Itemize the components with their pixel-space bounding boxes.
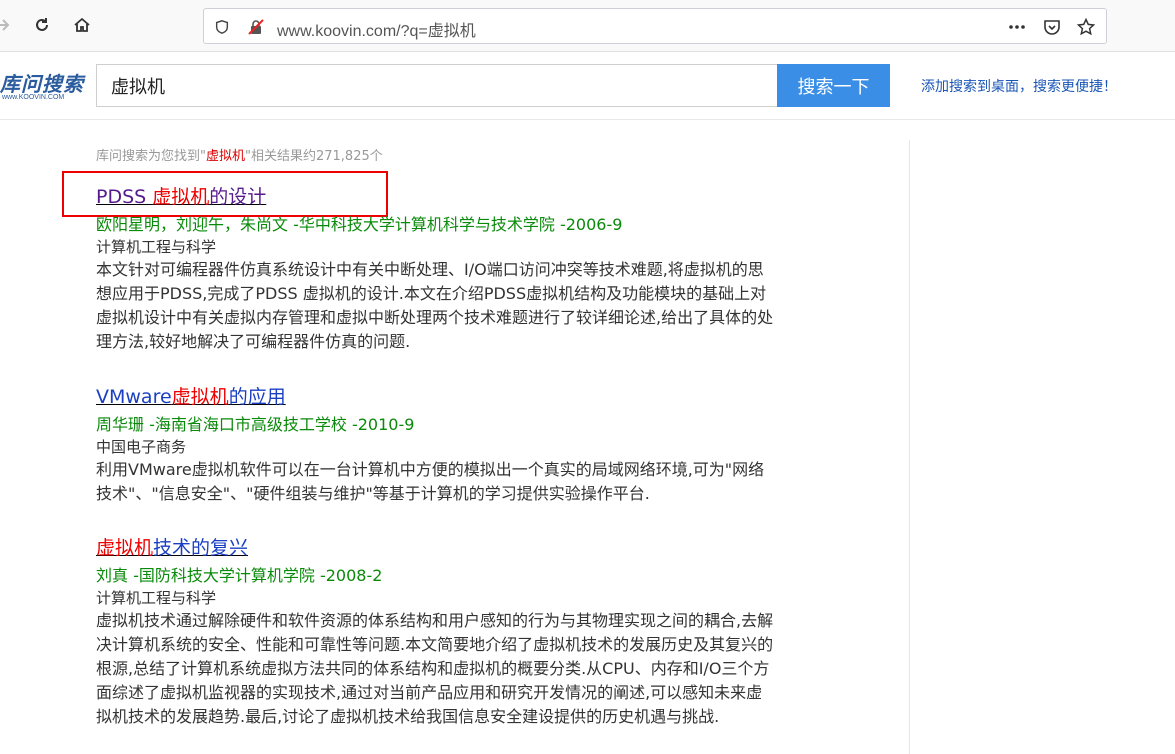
insecure-lock-icon[interactable] [246,17,266,37]
search-result: 虚拟机技术的复兴 刘真 -国防科技大学计算机学院 -2008-2 计算机工程与科… [96,535,776,729]
result-authors: 周华珊 -海南省海口市高级技工学校 -2010-9 [96,415,415,434]
search-result: PDSS 虚拟机的设计 欧阳星明，刘迎午，朱尚文 -华中科技大学计算机科学与技术… [96,184,776,354]
home-button[interactable] [67,10,97,40]
result-abstract: 虚拟机技术通过解除硬件和软件资源的体系结构和用户感知的行为与其物理实现之间的耦合… [96,611,774,726]
result-journal: 计算机工程与科学 [96,589,217,607]
shield-icon[interactable] [212,17,232,37]
result-title-link[interactable]: VMware虚拟机的应用 [96,384,776,410]
browser-toolbar: www.koovin.com/?q=虚拟机 [0,0,1175,52]
site-logo[interactable]: 库问搜索 www.KOOVIN.COM [0,68,83,106]
result-authors: 欧阳星明，刘迎午，朱尚文 -华中科技大学计算机科学与技术学院 -2006-9 [96,215,623,234]
result-title-link[interactable]: 虚拟机技术的复兴 [96,535,776,561]
result-journal: 计算机工程与科学 [96,238,217,256]
search-result: VMware虚拟机的应用 周华珊 -海南省海口市高级技工学校 -2010-9 中… [96,384,776,506]
result-abstract: 利用VMware虚拟机软件可以在一台计算机中方便的模拟出一个真实的局域网络环境,… [96,460,765,503]
search-input[interactable] [96,64,778,107]
url-text[interactable]: www.koovin.com/?q=虚拟机 [277,17,476,41]
search-button[interactable]: 搜索一下 [777,64,890,107]
result-summary: 库问搜索为您找到"虚拟机"相关结果约271,825个 [96,149,383,164]
result-journal: 中国电子商务 [96,438,187,456]
header-divider [0,119,1175,120]
arrow-right-icon [0,19,10,31]
reload-icon [36,18,48,31]
home-icon [74,17,90,32]
sidebar-divider [909,140,910,754]
pocket-icon[interactable] [1042,17,1062,37]
forward-button[interactable] [0,10,18,40]
result-authors: 刘真 -国防科技大学计算机学院 -2008-2 [96,566,383,585]
result-abstract: 本文针对可编程器件仿真系统设计中有关中断处理、I/O端口访问冲突等技术难题,将虚… [96,260,774,351]
result-title-link[interactable]: PDSS 虚拟机的设计 [96,184,776,210]
add-to-desktop-link[interactable]: 添加搜索到桌面，搜索更便捷！ [921,76,1117,96]
bookmark-star-icon[interactable] [1076,17,1096,37]
more-actions-icon[interactable] [1007,17,1027,37]
url-bar[interactable]: www.koovin.com/?q=虚拟机 [203,8,1107,44]
reload-button[interactable] [27,10,57,40]
